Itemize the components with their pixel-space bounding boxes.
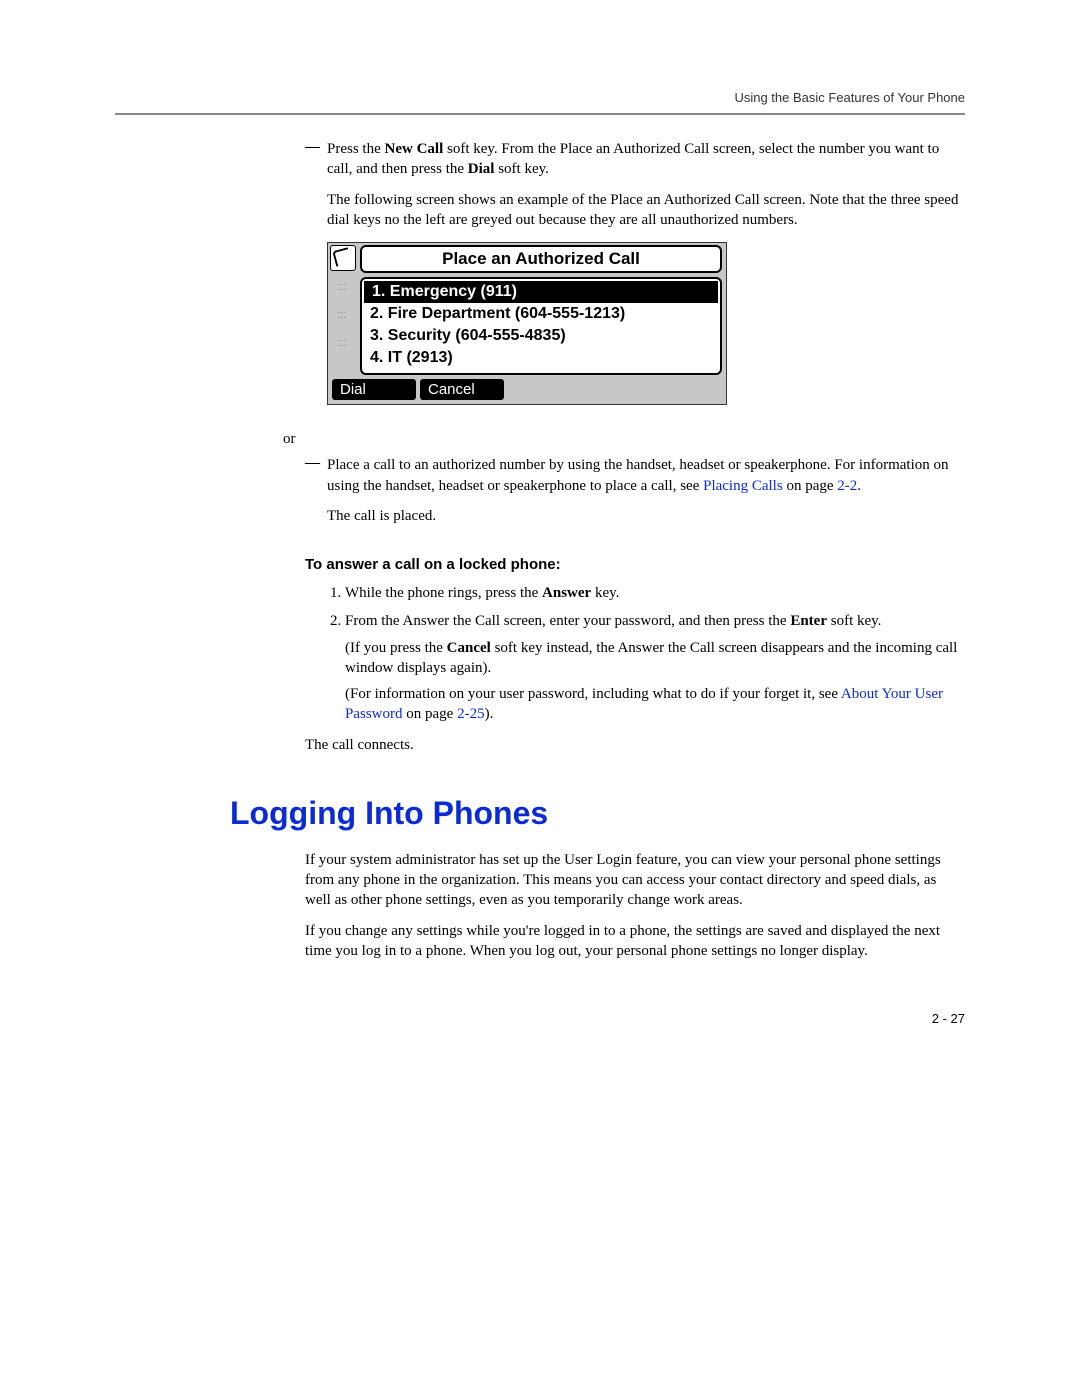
section-heading: Logging Into Phones	[230, 795, 965, 832]
page: Using the Basic Features of Your Phone —…	[0, 0, 1080, 1086]
bullet-item-1: — Press the New Call soft key. From the …	[305, 139, 965, 419]
list-item[interactable]: 1. Emergency (911)	[364, 281, 718, 303]
step-1: While the phone rings, press the Answer …	[345, 583, 965, 603]
softkey-cancel[interactable]: Cancel	[420, 379, 504, 400]
numbered-steps: While the phone rings, press the Answer …	[323, 583, 965, 725]
step-2: From the Answer the Call screen, enter y…	[345, 611, 965, 724]
speed-dial-slot-3: :::	[328, 329, 356, 357]
screen-title: Place an Authorized Call	[360, 245, 722, 273]
phone-icon	[330, 245, 356, 271]
softkey-dial[interactable]: Dial	[332, 379, 416, 400]
or-separator: or	[283, 429, 965, 449]
intro-paragraph-2: The following screen shows an example of…	[327, 190, 965, 231]
page-ref[interactable]: 2-25	[457, 706, 485, 722]
bullet1-text: Press the New Call soft key. From the Pl…	[327, 139, 965, 180]
step-2-note-1: (If you press the Cancel soft key instea…	[345, 638, 965, 679]
section-body-1: If your system administrator has set up …	[305, 850, 965, 911]
list-item[interactable]: 4. IT (2913)	[362, 347, 720, 369]
step-2-note-2: (For information on your user password, …	[345, 684, 965, 725]
link-placing-calls[interactable]: Placing Calls	[703, 478, 783, 494]
call-placed-text: The call is placed.	[327, 506, 965, 526]
section-body-2: If you change any settings while you're …	[305, 921, 965, 962]
dash-icon: —	[305, 139, 327, 419]
dash-icon: —	[305, 455, 327, 536]
bullet2-text: Place a call to an authorized number by …	[327, 455, 965, 496]
header-rule	[115, 113, 965, 115]
speed-dial-slot-1: :::	[328, 273, 356, 301]
body-content: — Press the New Call soft key. From the …	[305, 139, 965, 1026]
bullet-item-2: — Place a call to an authorized number b…	[305, 455, 965, 536]
page-ref[interactable]: 2-2	[837, 478, 857, 494]
phone-screenshot: ::: ::: ::: Place an Authorized Call 1. …	[327, 242, 727, 405]
call-connects-text: The call connects.	[305, 735, 965, 755]
speed-dial-slot-2: :::	[328, 301, 356, 329]
subheading: To answer a call on a locked phone:	[305, 556, 965, 573]
page-number: 2 - 27	[305, 1011, 965, 1026]
running-head: Using the Basic Features of Your Phone	[115, 90, 965, 105]
list-item[interactable]: 2. Fire Department (604-555-1213)	[362, 303, 720, 325]
list-item[interactable]: 3. Security (604-555-4835)	[362, 325, 720, 347]
authorized-list: 1. Emergency (911) 2. Fire Department (6…	[360, 277, 722, 375]
